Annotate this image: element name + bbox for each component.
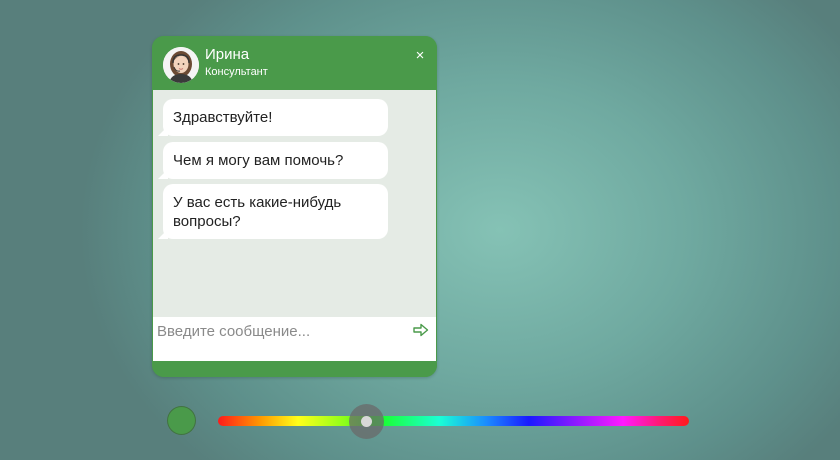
- chat-widget: Ирина Консультант × Здравствуйте! Чем я …: [152, 36, 437, 377]
- message-bubble: У вас есть какие-нибудь вопросы?: [163, 184, 388, 239]
- send-button[interactable]: [412, 321, 430, 339]
- agent-name: Ирина: [205, 46, 250, 63]
- message-area: Здравствуйте! Чем я могу вам помочь? У в…: [153, 90, 436, 317]
- message-bubble: Здравствуйте!: [163, 99, 388, 136]
- chat-header: Ирина Консультант ×: [152, 36, 437, 90]
- message-text: Чем я могу вам помочь?: [173, 152, 344, 169]
- chat-footer: [152, 361, 437, 377]
- hue-slider-handle[interactable]: [361, 416, 372, 427]
- close-button[interactable]: ×: [411, 46, 429, 66]
- message-input[interactable]: [157, 321, 407, 341]
- message-text: Здравствуйте!: [173, 109, 273, 126]
- message-input-row: [153, 317, 436, 361]
- agent-role: Консультант: [205, 66, 268, 78]
- agent-avatar: [163, 47, 199, 83]
- avatar-image: [163, 47, 199, 83]
- color-swatch[interactable]: [167, 406, 196, 435]
- message-text: У вас есть какие-нибудь вопросы?: [173, 193, 342, 230]
- hue-slider[interactable]: [218, 416, 689, 426]
- arrow-right-outline-icon: [413, 323, 429, 337]
- message-bubble: Чем я могу вам помочь?: [163, 142, 388, 179]
